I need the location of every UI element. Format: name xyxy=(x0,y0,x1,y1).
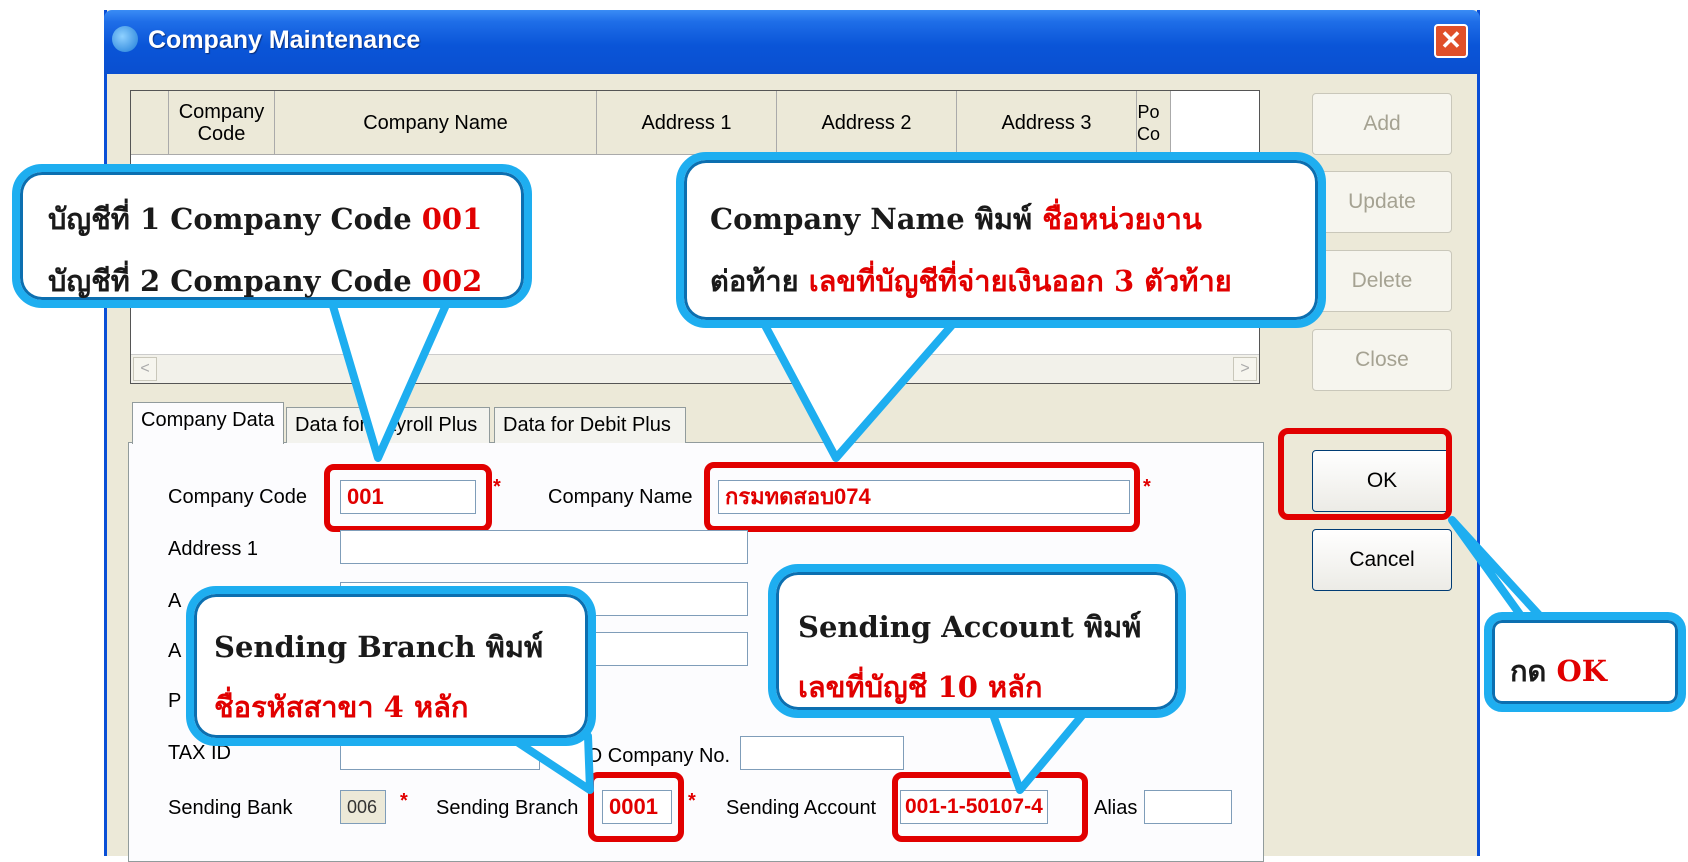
callout-name-line1: Company Name พิมพ์ ชื่อหน่วยงาน xyxy=(710,202,1202,236)
callout-account-line1: Sending Account พิมพ์ xyxy=(798,610,1142,644)
callout-name-tail xyxy=(756,312,964,462)
callout-account-line2: เลขที่บัญชี 10 หลัก xyxy=(798,670,1043,704)
callout-ok: กด OK xyxy=(1484,612,1686,712)
callout-code-tail xyxy=(326,292,454,462)
callout-branch-line1: Sending Branch พิมพ์ xyxy=(214,630,544,664)
callout-sending-branch: Sending Branch พิมพ์ ชื่อรหัสสาขา 4 หลัก xyxy=(186,586,596,746)
callout-ok-line1: กด OK xyxy=(1510,654,1607,688)
tab-company-data[interactable]: Company Data xyxy=(132,402,284,444)
callout-company-name: Company Name พิมพ์ ชื่อหน่วยงาน ต่อท้าย … xyxy=(676,152,1326,328)
callout-company-code: บัญชีที่ 1 Company Code 001 บัญชีที่ 2 C… xyxy=(12,164,532,308)
callout-account-tail xyxy=(986,702,1094,794)
callout-name-line2: ต่อท้าย เลขที่บัญชีที่จ่ายเงินออก 3 ตัวท… xyxy=(710,264,1232,298)
callout-sending-account: Sending Account พิมพ์ เลขที่บัญชี 10 หลั… xyxy=(768,564,1186,718)
callout-code-line1: บัญชีที่ 1 Company Code 001 xyxy=(48,202,483,236)
callout-code-line2: บัญชีที่ 2 Company Code 002 xyxy=(48,264,483,298)
callout-branch-line2: ชื่อรหัสสาขา 4 หลัก xyxy=(214,690,469,724)
